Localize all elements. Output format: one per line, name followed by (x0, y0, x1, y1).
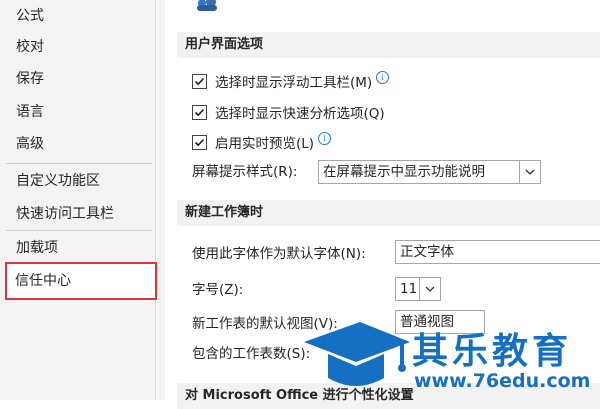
default-font-label: 使用此字体作为默认字体(N): (192, 246, 366, 262)
screentip-style-select[interactable]: 在屏幕提示中显示功能说明 (318, 160, 541, 184)
chevron-down-icon[interactable] (519, 161, 540, 183)
live-preview-checkbox[interactable] (192, 134, 207, 150)
font-size-label: 字号(Z): (192, 282, 244, 298)
live-preview-label: 启用实时预览(L) (215, 136, 315, 152)
section-header-new-workbook: 新建工作簿时 (177, 200, 600, 226)
mini-toolbar-checkbox[interactable] (192, 73, 207, 89)
info-icon[interactable]: i (318, 131, 332, 145)
sidebar-item-language[interactable]: 语言 (6, 96, 156, 128)
sidebar-item-customize-ribbon[interactable]: 自定义功能区 (6, 165, 156, 197)
checkmark-icon (194, 138, 205, 146)
font-size-value: 11 (400, 281, 418, 297)
section-header-ui-options: 用户界面选项 (177, 32, 600, 58)
sidebar-item-advanced[interactable]: 高级 (6, 128, 156, 160)
screentip-style-label: 屏幕提示样式(R): (192, 164, 298, 180)
sidebar-item-proofing[interactable]: 校对 (6, 31, 156, 63)
screentip-style-value: 在屏幕提示中显示功能说明 (323, 164, 485, 180)
people-icon (197, 0, 217, 11)
options-sidebar: 公式 校对 保存 语言 高级 自定义功能区 快速访问工具栏 加载项 信任中心 (0, 0, 157, 400)
brand-name: 其乐教育 (412, 331, 573, 372)
brand-url: www.76edu.com (414, 370, 591, 392)
live-preview-option[interactable]: 启用实时预览(L) i (192, 131, 332, 153)
sidebar-item-quick-access-toolbar[interactable]: 快速访问工具栏 (6, 198, 156, 230)
sidebar-item-add-ins[interactable]: 加载项 (6, 232, 156, 264)
sidebar-divider (6, 230, 152, 231)
sidebar-scroll-gutter (157, 0, 165, 400)
chevron-down-icon[interactable] (419, 278, 440, 300)
default-font-value: 正文字体 (400, 244, 454, 260)
info-icon[interactable]: i (376, 70, 390, 84)
default-font-select[interactable]: 正文字体 (395, 240, 600, 264)
checkmark-icon (194, 77, 205, 85)
quick-analysis-label: 选择时显示快速分析选项(Q) (215, 106, 385, 122)
quick-analysis-option[interactable]: 选择时显示快速分析选项(Q) (192, 101, 385, 123)
mini-toolbar-label: 选择时显示浮动工具栏(M) (215, 75, 373, 91)
mini-toolbar-option[interactable]: 选择时显示浮动工具栏(M) i (192, 70, 390, 92)
font-size-select[interactable]: 11 (395, 277, 441, 301)
sidebar-item-formulas[interactable]: 公式 (6, 0, 156, 32)
brand-watermark: 其乐教育 www.76edu.com (302, 314, 600, 400)
quick-analysis-checkbox[interactable] (192, 104, 207, 120)
sidebar-item-trust-center[interactable]: 信任中心 (5, 262, 157, 300)
sidebar-divider (6, 163, 152, 164)
sheet-count-label: 包含的工作表数(S): (192, 346, 311, 362)
checkmark-icon (194, 108, 205, 116)
graduation-cap-icon (304, 322, 410, 386)
sidebar-item-save[interactable]: 保存 (6, 63, 156, 95)
